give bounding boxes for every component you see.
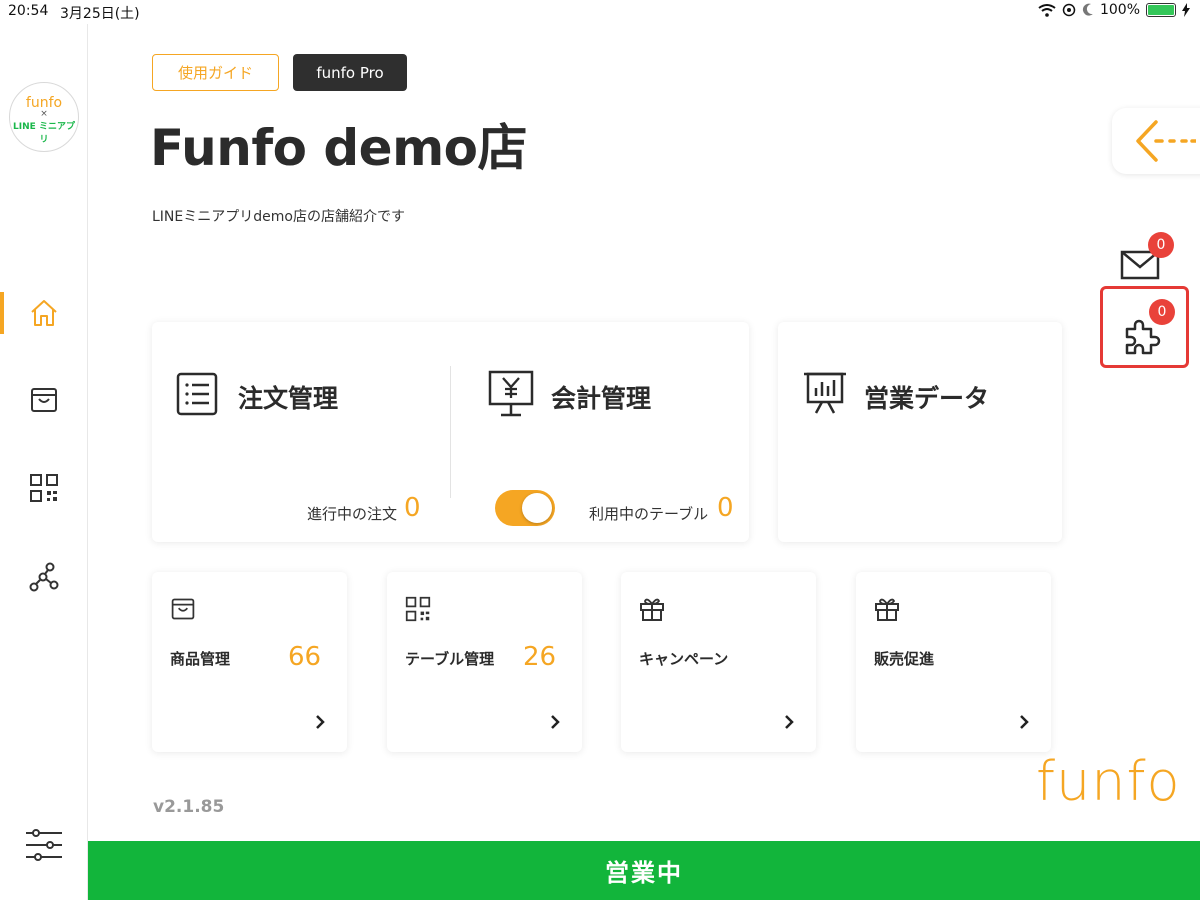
sidebar-item-home[interactable]: [0, 290, 88, 336]
sales-promotion-card[interactable]: 販売促進: [856, 572, 1051, 752]
table-count: 26: [523, 642, 557, 672]
app-logo: funfo × LINE ミニアプリ: [9, 82, 79, 152]
plugin-button[interactable]: 0: [1100, 286, 1189, 368]
table-management-card[interactable]: テーブル管理 26: [387, 572, 582, 752]
product-count: 66: [288, 642, 322, 672]
presentation-chart-icon: [804, 372, 846, 414]
bag-icon: [171, 598, 195, 620]
logo-line: LINE ミニアプリ: [13, 122, 75, 145]
toggle-knob: [522, 493, 552, 523]
sidebar: funfo × LINE ミニアプリ: [0, 24, 88, 900]
logo-x: ×: [40, 109, 48, 119]
store-description: LINEミニアプリdemo店の店舗紹介です: [152, 209, 405, 225]
wifi-icon: [1038, 4, 1056, 17]
sales-data-title: 営業データ: [864, 384, 990, 413]
orders-in-progress-label: 進行中の注文: [307, 505, 398, 523]
gift-icon: [875, 598, 899, 621]
back-tab[interactable]: [1112, 108, 1200, 174]
orders-accounting-card: 注文管理 進行中の注文 0 会計管理 利用中のテーブル 0: [152, 322, 749, 542]
campaign-label: キャンペーン: [639, 650, 729, 668]
qr-code-icon: [405, 596, 431, 622]
register-yen-icon: [488, 370, 534, 417]
tables-in-use-count: 0: [717, 493, 734, 523]
status-bar: 20:54 3月25日(土) 100%: [0, 0, 1200, 24]
status-date: 3月25日(土): [60, 6, 140, 22]
store-title: Funfo demo店: [150, 119, 528, 177]
location-lock-icon: [1062, 3, 1076, 17]
gift-icon: [640, 598, 664, 621]
campaign-card[interactable]: キャンペーン: [621, 572, 816, 752]
app-version: v2.1.85: [153, 797, 225, 817]
funfo-brand-logo: funfo: [1036, 750, 1181, 813]
mail-button[interactable]: 0: [1120, 232, 1174, 282]
sidebar-item-qr[interactable]: [0, 465, 88, 511]
funfo-pro-button[interactable]: funfo Pro: [293, 54, 407, 91]
charging-icon: [1182, 3, 1190, 17]
home-icon: [31, 300, 57, 326]
battery-percent: 100%: [1099, 2, 1140, 18]
sliders-icon: [26, 829, 62, 861]
sales-promotion-label: 販売促進: [874, 650, 935, 668]
chevron-right-icon: [1020, 715, 1029, 729]
qr-code-icon: [30, 474, 58, 502]
guide-button[interactable]: 使用ガイド: [152, 54, 279, 91]
orders-section[interactable]: 注文管理 進行中の注文 0: [152, 322, 450, 542]
product-management-card[interactable]: 商品管理 66: [152, 572, 347, 752]
table-management-label: テーブル管理: [405, 650, 495, 668]
sales-data-card[interactable]: 営業データ: [778, 322, 1062, 542]
bag-icon: [31, 388, 57, 412]
logo-funfo: funfo: [25, 95, 63, 111]
orders-title: 注文管理: [238, 384, 339, 413]
sidebar-item-share[interactable]: [0, 554, 88, 600]
orders-in-progress-count: 0: [404, 493, 421, 523]
network-share-icon: [29, 562, 59, 592]
product-management-label: 商品管理: [170, 650, 231, 668]
accounting-title: 会計管理: [551, 384, 652, 413]
arrow-left-icon: [1136, 120, 1196, 162]
chevron-right-icon: [316, 715, 325, 729]
sidebar-item-products[interactable]: [0, 377, 88, 423]
mail-badge: 0: [1148, 232, 1174, 258]
chevron-right-icon: [551, 715, 560, 729]
tables-in-use-label: 利用中のテーブル: [589, 505, 709, 523]
moon-icon: [1082, 3, 1093, 16]
chevron-right-icon: [785, 715, 794, 729]
plugin-badge: 0: [1149, 299, 1175, 325]
battery-icon: [1146, 3, 1176, 17]
business-toggle[interactable]: [495, 490, 555, 526]
business-status-bar[interactable]: 営業中: [88, 841, 1200, 900]
status-right: 100%: [1038, 2, 1190, 18]
sidebar-item-settings[interactable]: [0, 822, 88, 868]
list-icon: [176, 372, 218, 416]
status-time: 20:54: [8, 3, 49, 19]
